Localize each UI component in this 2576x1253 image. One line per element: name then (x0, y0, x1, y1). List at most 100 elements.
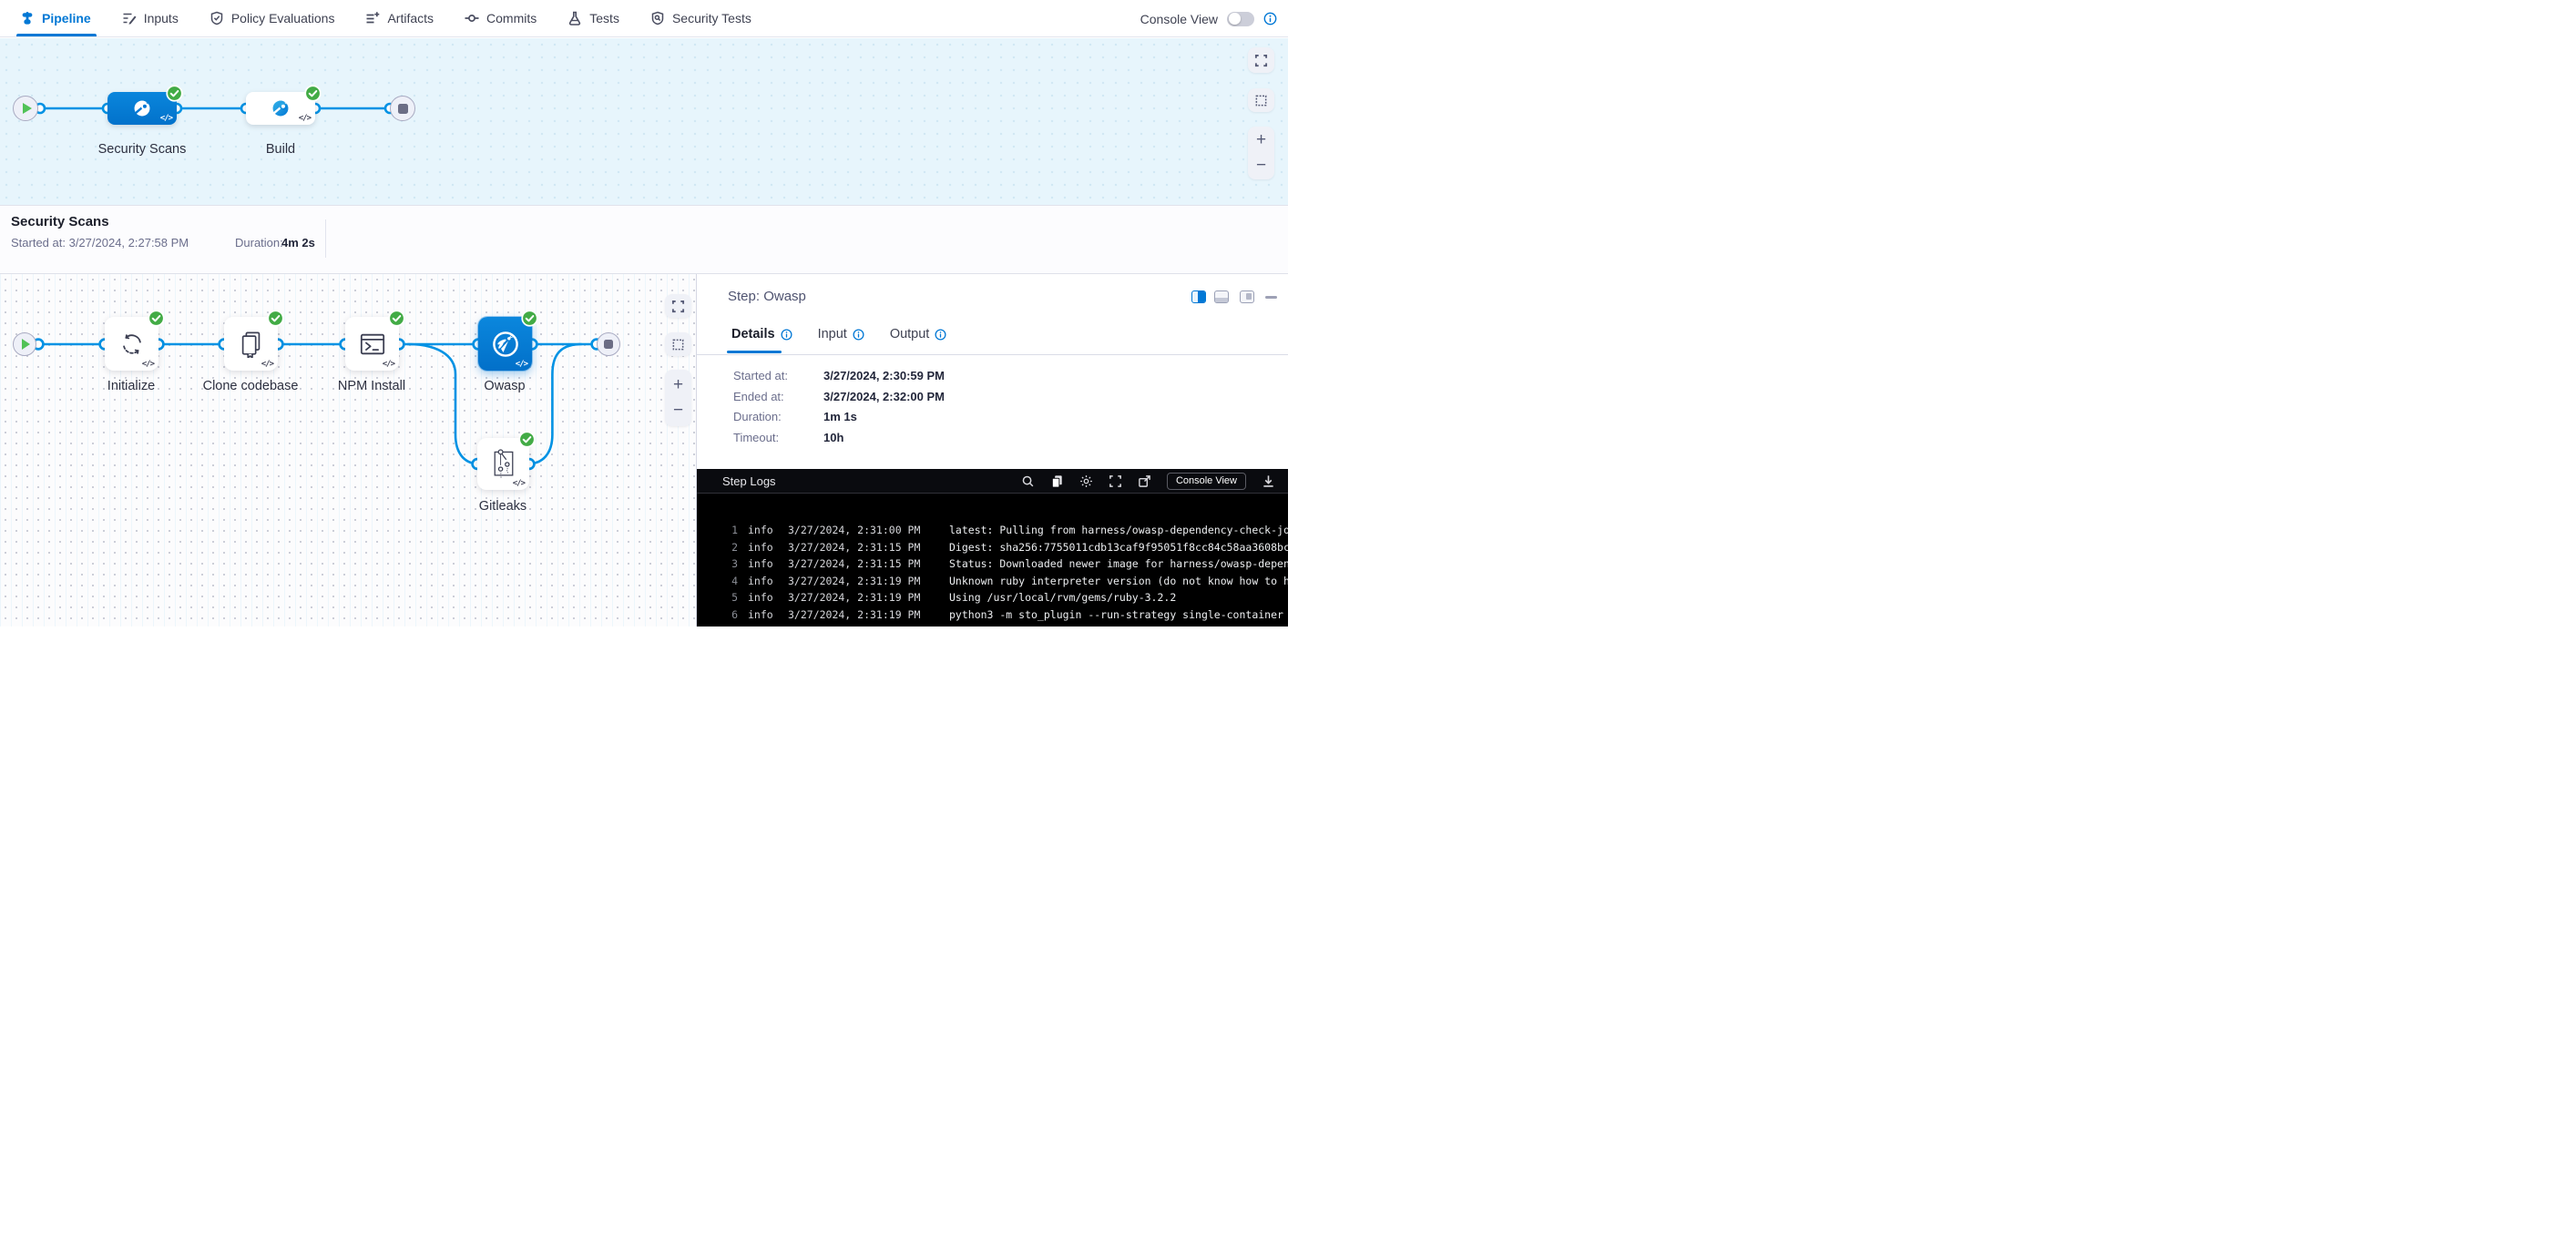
step-card-owasp[interactable]: </> (478, 317, 532, 371)
tab-details[interactable]: Details (731, 327, 792, 341)
tab-security-tests[interactable]: Security Tests (650, 0, 751, 36)
stage-started-at: Started at: 3/27/2024, 2:27:58 PM (11, 236, 189, 250)
stage-label[interactable]: Build (266, 142, 295, 157)
zoom-in-button[interactable]: + (1256, 134, 1266, 147)
tab-label: Input (818, 327, 847, 341)
fullscreen-button[interactable] (665, 294, 691, 318)
log-line: 4 info 3/27/2024, 2:31:19 PM Unknown rub… (697, 573, 1288, 590)
step-logs-header: Step Logs (697, 469, 1288, 494)
nav-right-controls: Console View (1140, 0, 1277, 37)
log-level: info (748, 541, 775, 554)
play-icon (22, 339, 30, 350)
step-label[interactable]: Initialize (107, 379, 155, 393)
step-end-node[interactable] (597, 332, 620, 356)
zoom-controls: + − (665, 370, 691, 426)
success-check-icon (388, 310, 405, 327)
info-icon[interactable] (1263, 12, 1277, 25)
open-in-new-icon[interactable] (1138, 474, 1151, 488)
layout-floating-button[interactable] (1240, 290, 1254, 303)
tab-inputs[interactable]: Inputs (122, 0, 179, 36)
ci-stage-icon (130, 97, 154, 120)
step-logs-toolbar: Console View (1021, 473, 1288, 490)
log-level: info (748, 557, 775, 570)
tab-output[interactable]: Output (890, 327, 947, 341)
field-value: 10h (823, 431, 843, 444)
info-icon (781, 329, 792, 341)
success-check-icon (267, 310, 284, 327)
tab-policy-evaluations[interactable]: Policy Evaluations (210, 0, 335, 36)
log-line-number: 5 (725, 591, 738, 604)
tab-label: Commits (486, 11, 537, 25)
expand-icon[interactable] (1109, 474, 1122, 488)
step-card-initialize[interactable]: </> (105, 317, 158, 371)
tab-label: Policy Evaluations (231, 11, 335, 25)
success-check-icon (148, 310, 165, 327)
zoom-out-button[interactable]: − (1256, 159, 1266, 172)
step-card-npm-install[interactable]: </> (345, 317, 399, 371)
step-start-node[interactable] (13, 332, 36, 356)
step-label[interactable]: NPM Install (338, 379, 405, 393)
info-icon (935, 329, 946, 341)
tab-label: Details (731, 327, 775, 341)
zoom-in-button[interactable]: + (673, 379, 683, 392)
log-level: info (748, 591, 775, 604)
owasp-icon (489, 328, 522, 361)
field-label: Duration: (733, 410, 823, 423)
play-icon (23, 103, 32, 114)
terminal-icon (359, 331, 386, 358)
tab-label: Inputs (144, 11, 179, 25)
stage-card-build[interactable]: </> (246, 92, 315, 125)
stage-graph-canvas: </> </> Security Scan (0, 38, 1288, 205)
stage-label[interactable]: Security Scans (98, 142, 187, 157)
console-view-button[interactable]: Console View (1167, 473, 1246, 490)
divider (697, 354, 1288, 355)
field-duration: Duration:1m 1s (733, 410, 857, 423)
stage-card-security-scans[interactable]: </> (107, 92, 177, 125)
step-label[interactable]: Gitleaks (479, 499, 526, 514)
zoom-out-button[interactable]: − (673, 404, 683, 417)
marquee-select-button[interactable] (665, 332, 691, 356)
log-line: 6 info 3/27/2024, 2:31:19 PM python3 -m … (697, 606, 1288, 624)
tab-label: Artifacts (387, 11, 434, 25)
tab-pipeline[interactable]: Pipeline (20, 0, 91, 36)
tab-artifacts[interactable]: Artifacts (365, 0, 434, 36)
tab-commits[interactable]: Commits (465, 0, 537, 36)
log-message: Digest: sha256:7755011cdb13caf9f95051f8c… (949, 541, 1288, 554)
stage-end-node[interactable] (390, 96, 415, 121)
marquee-select-button[interactable] (1248, 88, 1274, 112)
step-label[interactable]: Clone codebase (203, 379, 299, 393)
field-label: Ended at: (733, 390, 823, 403)
divider (325, 219, 326, 258)
stage-info-bar: Security Scans Started at: 3/27/2024, 2:… (0, 205, 1288, 274)
tab-label: Pipeline (42, 11, 91, 25)
stage-info-title: Security Scans (11, 214, 109, 229)
log-line: 3 info 3/27/2024, 2:31:15 PM Status: Dow… (697, 555, 1288, 573)
settings-gear-icon[interactable] (1079, 474, 1093, 488)
ci-stage-icon (269, 97, 292, 120)
field-label: Timeout: (733, 431, 823, 444)
info-icon (853, 329, 864, 341)
fullscreen-button[interactable] (1248, 47, 1274, 73)
console-view-toggle[interactable] (1227, 12, 1254, 26)
stage-connectors (0, 38, 1288, 205)
stage-start-node[interactable] (13, 96, 38, 121)
collapse-panel-button[interactable] (1265, 296, 1277, 299)
step-card-clone-codebase[interactable]: </> (224, 317, 278, 371)
log-timestamp: 3/27/2024, 2:31:19 PM (788, 591, 925, 604)
layout-horizontal-split-button[interactable] (1214, 290, 1229, 303)
commits-icon (465, 11, 479, 25)
step-logs-title: Step Logs (722, 474, 776, 488)
step-logs-body[interactable]: 1 info 3/27/2024, 2:31:00 PM latest: Pul… (697, 494, 1288, 626)
download-icon[interactable] (1262, 474, 1275, 488)
step-label[interactable]: Owasp (484, 379, 525, 393)
search-icon[interactable] (1021, 474, 1035, 488)
code-icon: </> (261, 360, 273, 369)
layout-vertical-split-button[interactable] (1191, 290, 1206, 303)
log-level: info (748, 608, 775, 621)
tab-tests[interactable]: Tests (567, 0, 619, 36)
tab-input[interactable]: Input (818, 327, 864, 341)
tests-icon (567, 11, 582, 25)
code-icon: </> (383, 360, 394, 369)
step-card-gitleaks[interactable]: </> (477, 438, 529, 490)
copy-icon[interactable] (1050, 474, 1064, 488)
